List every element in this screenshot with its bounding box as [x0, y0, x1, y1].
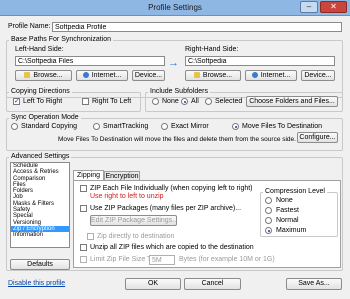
right-device-button[interactable]: Device...: [301, 70, 335, 81]
ok-button[interactable]: OK: [125, 278, 181, 290]
use-zip-packages-label: Use ZIP Packages (many files per ZIP arc…: [90, 205, 242, 212]
limit-zip-note: Bytes (for example 10M or 1G): [179, 256, 275, 263]
save-as-button[interactable]: Save As...: [286, 278, 342, 290]
right-browse-label: Browse...: [202, 72, 233, 79]
zip-each-note: Use right to left to unzip: [90, 193, 164, 200]
cancel-button[interactable]: Cancel: [184, 278, 241, 290]
exact-mirror-label: Exact Mirror: [171, 123, 209, 130]
subfolders-selected-radio[interactable]: [205, 98, 212, 105]
defaults-button[interactable]: Defaults: [10, 259, 70, 270]
unzip-all-checkbox[interactable]: [80, 244, 87, 251]
right-to-left-checkbox[interactable]: [82, 98, 89, 105]
limit-zip-checkbox[interactable]: [80, 256, 87, 263]
smart-tracking-radio[interactable]: [93, 123, 100, 130]
right-internet-button[interactable]: Internet...: [245, 70, 297, 81]
left-to-right-checkbox[interactable]: [13, 97, 20, 105]
window-title: Profile Settings: [148, 3, 202, 12]
globe-icon: [82, 72, 89, 78]
dialog-body: Profile Name: Base Paths For Synchroniza…: [3, 16, 347, 296]
standard-copying-radio[interactable]: [11, 123, 18, 130]
zip-each-checkbox[interactable]: [80, 185, 87, 192]
zip-direct-checkbox[interactable]: [87, 233, 94, 240]
compression-fastest-label: Fastest: [276, 207, 299, 214]
left-internet-label: Internet...: [91, 72, 122, 79]
right-side-label: Right-Hand Side:: [185, 46, 239, 53]
left-to-right-label: Left To Right: [23, 98, 63, 105]
compression-none-radio[interactable]: [265, 197, 272, 204]
sync-arrow-icon: →: [168, 57, 179, 69]
include-subfolders-title: Include Subfolders: [148, 88, 210, 96]
limit-zip-label: Limit Zip File Size To: [90, 256, 155, 263]
left-path-input[interactable]: [15, 56, 165, 66]
move-files-radio[interactable]: [232, 123, 239, 130]
unzip-all-label: Unzip all ZIP files which are copied to …: [90, 244, 254, 251]
edit-zip-settings-button[interactable]: Edit ZIP Package Settings...: [90, 215, 177, 226]
left-side-label: Left-Hand Side:: [15, 46, 64, 53]
close-button[interactable]: ✕: [320, 1, 347, 13]
base-paths-title: Base Paths For Synchronization: [9, 36, 113, 44]
subfolders-none-label: None: [162, 98, 179, 105]
folder-icon: [24, 72, 31, 78]
exact-mirror-radio[interactable]: [161, 123, 168, 130]
subfolders-all-radio[interactable]: [181, 98, 188, 105]
left-browse-button[interactable]: Browse...: [15, 70, 72, 81]
use-zip-packages-checkbox[interactable]: [80, 205, 87, 212]
minimize-button[interactable]: –: [300, 1, 318, 13]
right-path-input[interactable]: [185, 56, 335, 66]
right-to-left-label: Right To Left: [92, 98, 132, 105]
title-bar: Profile Settings – ✕: [0, 0, 350, 16]
limit-zip-input[interactable]: [149, 255, 175, 265]
left-device-button[interactable]: Device...: [132, 70, 165, 81]
compression-fastest-radio[interactable]: [265, 207, 272, 214]
smart-tracking-label: SmartTracking: [103, 123, 149, 130]
settings-category-list[interactable]: Schedule Access & Retries Comparison Fil…: [10, 162, 70, 248]
copying-directions-title: Copying Directions: [9, 88, 72, 96]
category-item[interactable]: Information: [11, 232, 69, 238]
folder-icon: [193, 72, 200, 78]
standard-copying-label: Standard Copying: [21, 123, 78, 130]
right-internet-label: Internet...: [260, 72, 291, 79]
left-browse-label: Browse...: [33, 72, 63, 79]
right-browse-button[interactable]: Browse...: [185, 70, 241, 81]
left-internet-button[interactable]: Internet...: [76, 70, 128, 81]
sync-mode-title: Sync Operation Mode: [9, 114, 81, 122]
compression-none-label: None: [276, 197, 293, 204]
compression-maximum-radio[interactable]: [265, 227, 272, 234]
advanced-settings-title: Advanced Settings: [9, 153, 72, 161]
choose-folders-button[interactable]: Choose Folders and Files...: [246, 96, 338, 107]
compression-maximum-label: Maximum: [276, 227, 307, 234]
profile-name-label: Profile Name:: [8, 23, 51, 30]
move-files-label: Move Files To Destination: [242, 123, 323, 130]
profile-name-input[interactable]: [52, 22, 342, 32]
globe-icon: [251, 72, 258, 78]
move-files-note: Move Files To Destination will move the …: [58, 136, 296, 143]
compression-title: Compression Level: [263, 188, 327, 196]
subfolders-all-label: All: [191, 98, 199, 105]
zip-each-label: ZIP Each File Individually (when copying…: [90, 185, 253, 192]
compression-normal-label: Normal: [276, 217, 299, 224]
subfolders-none-radio[interactable]: [152, 98, 159, 105]
compression-normal-radio[interactable]: [265, 217, 272, 224]
zip-direct-label: Zip directly to destination: [97, 233, 175, 240]
configure-button[interactable]: Configure...: [297, 132, 338, 143]
disable-profile-link[interactable]: Disable this profile: [8, 280, 65, 287]
subfolders-selected-label: Selected: [215, 98, 243, 105]
